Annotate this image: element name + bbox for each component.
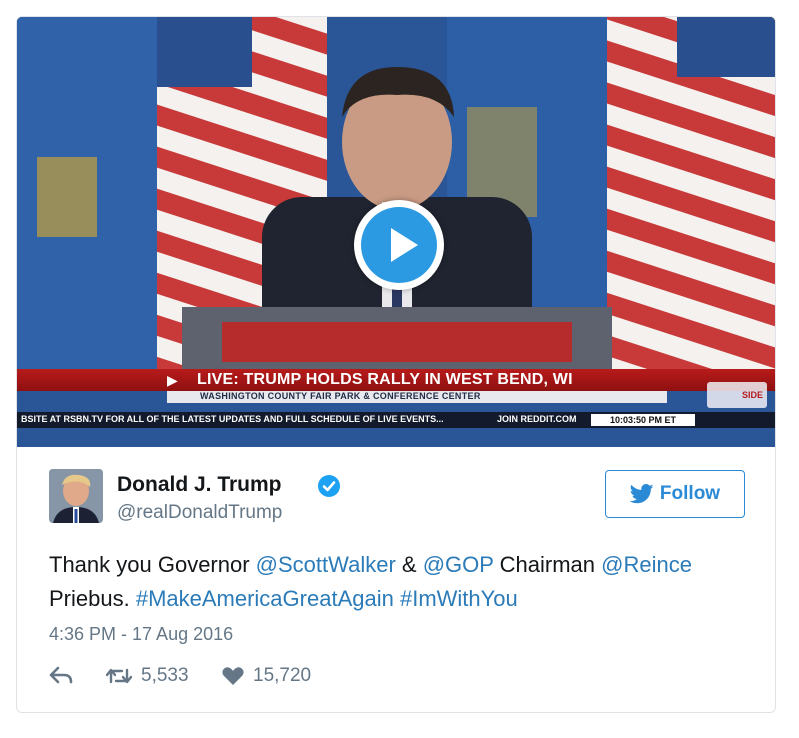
tweet-card: ▶ LIVE: TRUMP HOLDS RALLY IN WEST BEND, … (16, 16, 776, 713)
ticker-right-text: JOIN REDDIT.COM (497, 414, 577, 424)
tweet-timestamp[interactable]: 4:36 PM - 17 Aug 2016 (49, 624, 233, 645)
tweet-text-segment: Thank you Governor (49, 552, 256, 577)
news-ticker: BSITE AT RSBN.TV FOR ALL OF THE LATEST U… (17, 412, 775, 428)
retweet-button[interactable]: 5,533 (105, 665, 189, 687)
lower-third-headline-bar: ▶ LIVE: TRUMP HOLDS RALLY IN WEST BEND, … (17, 369, 775, 391)
ticker-text: BSITE AT RSBN.TV FOR ALL OF THE LATEST U… (21, 414, 444, 424)
arrow-icon: ▶ (167, 372, 178, 388)
reply-icon (49, 665, 73, 685)
video-player[interactable]: ▶ LIVE: TRUMP HOLDS RALLY IN WEST BEND, … (17, 17, 775, 447)
follow-button[interactable]: Follow (605, 470, 745, 518)
tweet-text-segment: Chairman (493, 552, 602, 577)
mention-link[interactable]: @Reince (601, 552, 692, 577)
like-button[interactable]: 15,720 (221, 665, 311, 687)
avatar-image (49, 469, 103, 523)
hashtag-link[interactable]: #MakeAmericaGreatAgain (136, 586, 394, 611)
lower-third-subline: WASHINGTON COUNTY FAIR PARK & CONFERENCE… (200, 391, 481, 401)
hashtag-link[interactable]: #ImWithYou (400, 586, 518, 611)
follow-label: Follow (659, 483, 721, 504)
verified-badge-icon (318, 475, 340, 497)
retweet-icon (105, 666, 133, 686)
heart-icon (221, 666, 245, 686)
mention-link[interactable]: @ScottWalker (256, 552, 396, 577)
twitter-bird-icon (629, 484, 654, 504)
lower-third-subline-bar: WASHINGTON COUNTY FAIR PARK & CONFERENCE… (167, 391, 667, 403)
channel-logo: SIDE (707, 382, 767, 408)
like-count: 15,720 (253, 665, 312, 686)
play-icon (391, 228, 418, 262)
reply-button[interactable] (49, 665, 81, 685)
author-name[interactable]: Donald J. Trump (117, 473, 282, 497)
author-handle[interactable]: @realDonaldTrump (117, 502, 282, 524)
ticker-clock: 10:03:50 PM ET (591, 414, 695, 426)
avatar[interactable] (49, 469, 103, 523)
retweet-count: 5,533 (141, 665, 189, 686)
tweet-text-segment: & (395, 552, 423, 577)
play-button[interactable] (354, 200, 444, 290)
tweet-text: Thank you Governor @ScottWalker & @GOP C… (49, 548, 749, 616)
play-button-circle (361, 207, 437, 283)
tweet-text-segment: Priebus. (49, 586, 136, 611)
lower-third-headline: LIVE: TRUMP HOLDS RALLY IN WEST BEND, WI (197, 371, 573, 388)
mention-link[interactable]: @GOP (423, 552, 494, 577)
channel-logo-text: SIDE (741, 390, 763, 400)
